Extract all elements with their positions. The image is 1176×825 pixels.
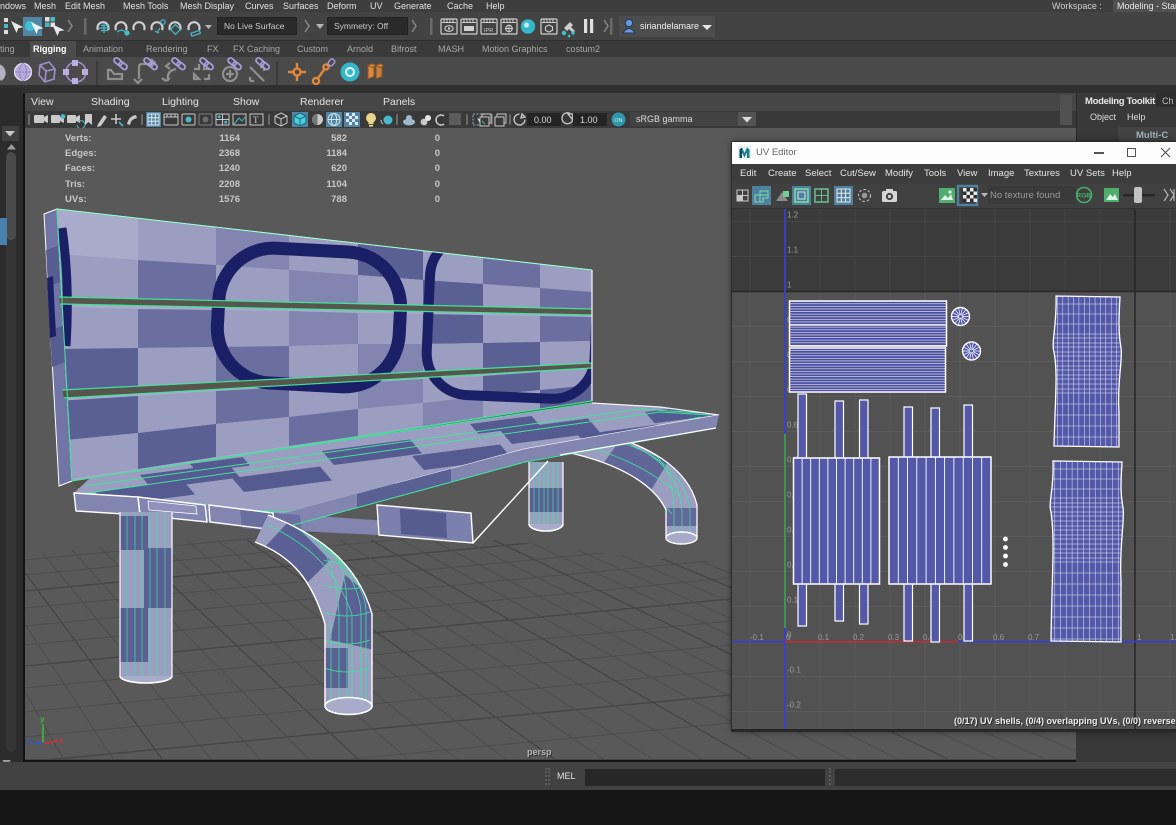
- svg-text:1184: 1184: [326, 148, 347, 159]
- svg-text:1: 1: [787, 281, 792, 290]
- svg-text:0.6: 0.6: [787, 421, 799, 430]
- svg-text:RGB: RGB: [1077, 193, 1092, 200]
- svg-text:1: 1: [1137, 633, 1142, 642]
- svg-text:582: 582: [331, 133, 347, 144]
- svg-text:0.2: 0.2: [853, 633, 865, 642]
- svg-text:Faces:: Faces:: [65, 163, 95, 174]
- svg-text:2208: 2208: [219, 179, 240, 190]
- svg-text:T: T: [253, 115, 259, 125]
- svg-text:0.6: 0.6: [993, 633, 1005, 642]
- svg-text:0.1: 0.1: [787, 596, 799, 605]
- svg-text:Tris:: Tris:: [65, 179, 85, 190]
- svg-text:-0.1: -0.1: [787, 666, 801, 675]
- svg-text:Verts:: Verts:: [65, 133, 91, 144]
- svg-text:1164: 1164: [219, 133, 240, 144]
- svg-text:0: 0: [435, 179, 440, 190]
- svg-text:ON: ON: [614, 118, 622, 124]
- svg-text:UVs:: UVs:: [65, 194, 87, 205]
- svg-text:1104: 1104: [326, 179, 347, 190]
- svg-text:-0.1: -0.1: [750, 633, 764, 642]
- svg-text:620: 620: [331, 163, 347, 174]
- svg-text:0.3: 0.3: [888, 633, 900, 642]
- svg-text:788: 788: [331, 194, 347, 205]
- svg-text:x: x: [59, 736, 64, 745]
- svg-text:0: 0: [435, 163, 440, 174]
- svg-text:-0.2: -0.2: [787, 701, 801, 710]
- svg-text:1.1: 1.1: [787, 246, 799, 255]
- svg-text:1240: 1240: [219, 163, 240, 174]
- svg-text:2368: 2368: [219, 148, 240, 159]
- svg-text:0.7: 0.7: [1028, 633, 1040, 642]
- svg-text:y: y: [40, 715, 45, 724]
- svg-text:0: 0: [435, 194, 440, 205]
- svg-text:0: 0: [435, 133, 440, 144]
- svg-text:0: 0: [435, 148, 440, 159]
- svg-text:1576: 1576: [219, 194, 240, 205]
- svg-text:IPR: IPR: [484, 28, 493, 34]
- svg-text:persp: persp: [527, 747, 552, 757]
- svg-text:Edges:: Edges:: [65, 148, 97, 159]
- svg-text:1.1: 1.1: [1170, 633, 1176, 642]
- svg-text:0.1: 0.1: [818, 633, 830, 642]
- svg-text:1.2: 1.2: [787, 211, 799, 220]
- svg-text:0: 0: [786, 633, 791, 642]
- svg-text:z: z: [27, 737, 31, 746]
